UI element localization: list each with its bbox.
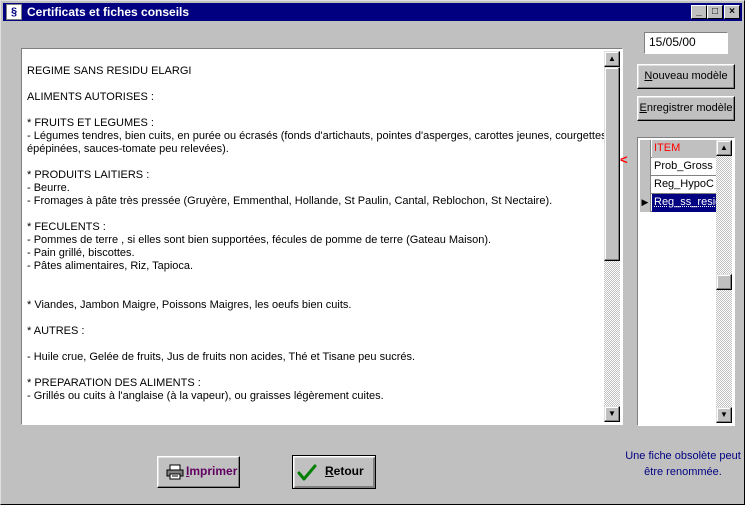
scroll-up-button[interactable]: ▲ [604,51,620,67]
document-line: REGIME SANS RESIDU ELARGI [27,65,192,77]
row-selector[interactable] [640,158,651,176]
grid-scrollbar[interactable]: ▲ ▼ [716,140,732,423]
print-button[interactable]: Imprimer [157,456,240,488]
minimize-button[interactable]: _ [691,5,707,19]
document-line: épépinées, sauces-tomate peu relevées). [27,143,229,155]
row-selector[interactable] [640,176,651,194]
grid-header: ITEM [640,140,716,158]
document-line: - Pommes de terre , si elles sont bien s… [27,234,492,246]
grid-cell[interactable]: Reg_HypoC [652,176,716,194]
grid-row-selected[interactable]: ▶ Reg_ss_resid [640,194,716,212]
app-icon[interactable]: § [6,4,22,20]
grid-scroll-thumb[interactable] [716,274,732,290]
document-line: * AUTRES : [27,325,85,337]
back-button[interactable]: Retour [292,455,376,489]
back-button-label: Retour [325,464,364,478]
header-selector-cell [640,140,651,158]
document-line: - Huile crue, Gelée de fruits, Jus de fr… [27,351,416,363]
maximize-button[interactable]: □ [707,5,723,19]
scroll-thumb[interactable] [604,67,620,261]
main-window: § Certificats et fiches conseils _ □ × R… [0,0,745,505]
document-line: - Pâtes alimentaires, Riz, Tapioca. [27,260,194,272]
print-button-label: Imprimer [186,464,238,478]
checkmark-icon [297,464,317,481]
window-title: Certificats et fiches conseils [27,5,190,19]
save-model-label: Enregistrer modèle [639,102,733,114]
grid-header-label: ITEM [652,140,716,158]
close-button[interactable]: × [724,5,740,19]
document-content[interactable]: REGIME SANS RESIDU ELARGI ALIMENTS AUTOR… [24,51,604,422]
grid-cell[interactable]: Reg_ss_resid [652,194,716,212]
current-row-marker: < [620,152,628,167]
rename-note: Une fiche obsolète peut être renommée. [625,450,741,478]
row-pointer-icon[interactable]: ▶ [640,194,651,212]
document-scrollbar[interactable]: ▲ ▼ [604,51,620,422]
document-line: - Légumes tendres, bien cuits, en purée … [27,130,604,142]
document-line: * FRUITS ET LEGUMES : [27,117,154,129]
document-line: - Beurre. [27,182,70,194]
document-line: * PREPARATION DES ALIMENTS : [27,377,201,389]
grid-cell[interactable]: Prob_Gross [652,158,716,176]
new-model-button[interactable]: Nouveau modèle [637,64,735,89]
title-bar[interactable]: § Certificats et fiches conseils _ □ × [3,3,742,21]
document-line: - Fromages à pâte très pressée (Gruyère,… [27,195,553,207]
save-model-button[interactable]: Enregistrer modèle [637,96,735,121]
grid-row[interactable]: Prob_Gross [640,158,716,176]
document-line: * FECULENTS : [27,221,106,233]
grid-scroll-down-button[interactable]: ▼ [716,407,732,423]
document-line: * PRODUITS LAITIERS : [27,169,150,181]
printer-icon [166,464,184,480]
document-line: - Grillés ou cuits à l'anglaise (à la va… [27,390,384,402]
document-line: ALIMENTS AUTORISES : [27,91,154,103]
document-line: * Viandes, Jambon Maigre, Poissons Maigr… [27,299,352,311]
item-grid[interactable]: ITEM Prob_Gross Reg_HypoC ▶ Reg_ss_resid… [637,137,735,426]
grid-row[interactable]: Reg_HypoC [640,176,716,194]
grid-scroll-up-button[interactable]: ▲ [716,140,732,156]
document-line: - Pain grillé, biscottes. [27,247,135,259]
document-text-area[interactable]: REGIME SANS RESIDU ELARGI ALIMENTS AUTOR… [21,48,623,425]
date-field[interactable]: 15/05/00 [644,32,728,54]
new-model-label: Nouveau modèle [644,70,728,82]
scroll-down-button[interactable]: ▼ [604,406,620,422]
